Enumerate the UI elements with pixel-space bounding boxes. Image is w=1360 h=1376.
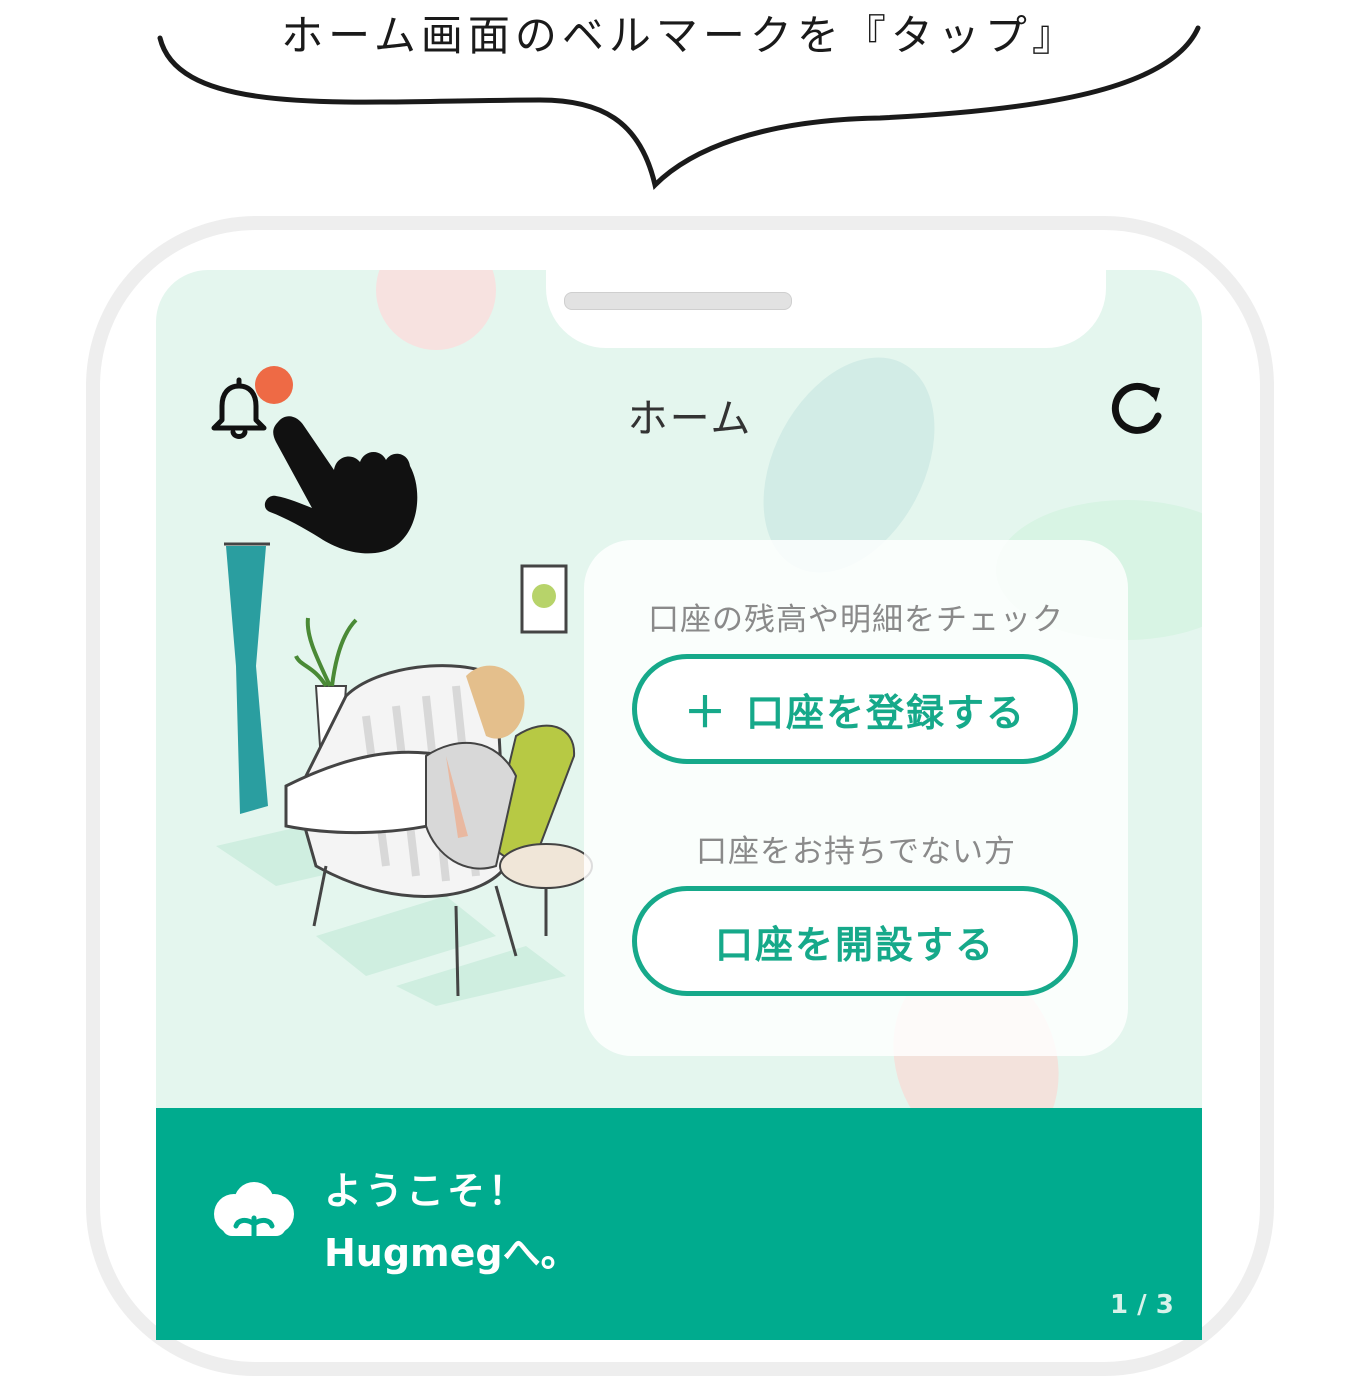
register-account-label: 口座を登録する: [746, 690, 1027, 735]
refresh-icon[interactable]: [1108, 378, 1168, 438]
welcome-line-2: Hugmegへ。: [324, 1231, 579, 1275]
instruction-text: ホーム画面のベルマークを『タップ』: [281, 11, 1079, 60]
cotton-logo-icon: [214, 1182, 294, 1239]
notification-dot: [255, 366, 293, 404]
plus-icon: ＋: [683, 687, 728, 737]
open-account-button[interactable]: 口座を開設する: [632, 886, 1078, 996]
page-title: ホーム: [627, 396, 753, 442]
open-account-label: 口座を開設する: [714, 922, 995, 967]
register-account-button[interactable]: ＋ 口座を登録する: [632, 654, 1078, 764]
check-balance-label: 口座の残高や明細をチェック: [648, 602, 1064, 638]
phone-speaker: [564, 292, 792, 310]
relaxing-woman-illustration: [216, 542, 593, 1006]
bg-petal-shape: [376, 270, 496, 350]
welcome-line-1: ようこそ！: [324, 1169, 530, 1213]
no-account-label: 口座をお持ちでない方: [696, 834, 1016, 870]
instruction-bubble: ホーム画面のベルマークを『タップ』: [0, 0, 1360, 200]
welcome-banner[interactable]: [156, 1108, 1202, 1340]
carousel-page-indicator: 1 / 3: [1110, 1290, 1174, 1320]
